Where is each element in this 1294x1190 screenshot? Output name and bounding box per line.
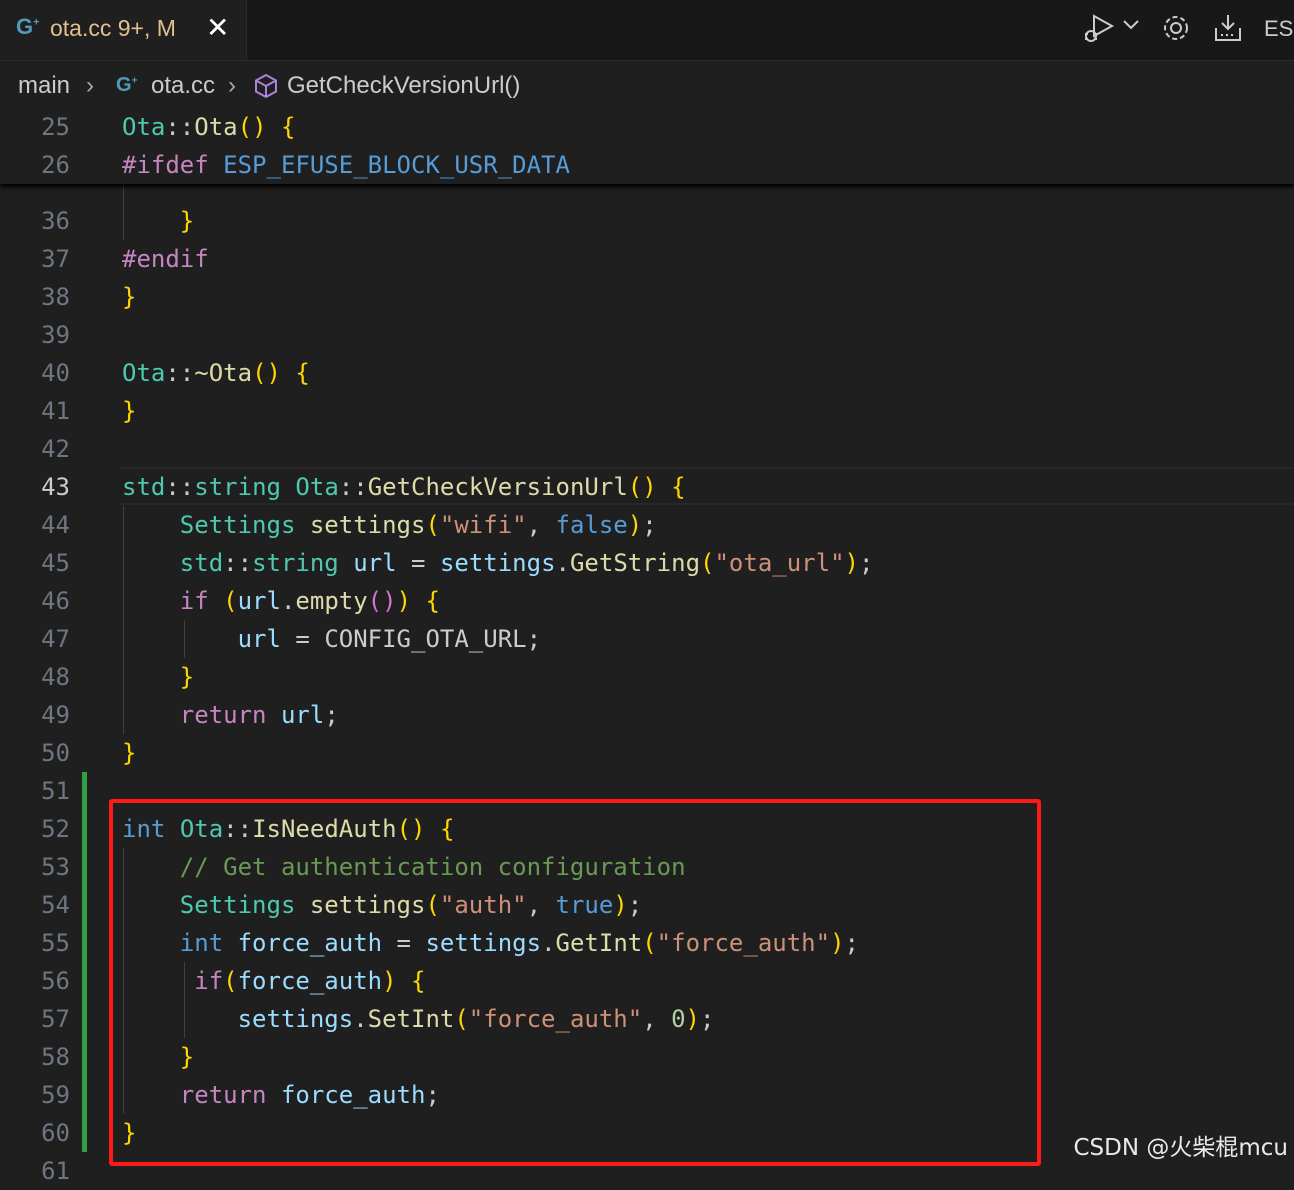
code-text: #ifdef ESP_EFUSE_BLOCK_USR_DATA [122, 151, 570, 179]
line-number: 44 [41, 511, 70, 539]
run-debug-icon[interactable] [1082, 12, 1118, 49]
line-number: 58 [41, 1043, 70, 1071]
code-line[interactable]: 44 Settings settings("wifi", false); [0, 506, 1294, 544]
toolbar-truncated-label[interactable]: ESP [1264, 16, 1294, 42]
line-number: 37 [41, 245, 70, 273]
line-number: 59 [41, 1081, 70, 1109]
line-number: 52 [41, 815, 70, 843]
code-text: } [179, 663, 195, 691]
line-number: 38 [41, 283, 70, 311]
code-text: } [122, 739, 137, 767]
code-line[interactable]: 40 Ota::~Ota() { [0, 354, 1294, 392]
cpp-file-icon: G+ [116, 74, 138, 96]
download-flash-icon[interactable] [1212, 12, 1244, 49]
code-text: if (url.empty()) { [179, 587, 440, 615]
chevron-right-icon: › [228, 72, 236, 99]
code-text: std::string url = settings.GetString("ot… [179, 549, 874, 577]
code-line[interactable]: 50} [0, 734, 1294, 772]
code-line[interactable]: 43 std::string Ota::GetCheckVersionUrl() … [0, 468, 1294, 506]
code-line[interactable]: 48 } [0, 658, 1294, 696]
chevron-down-icon[interactable] [1122, 18, 1140, 37]
code-text: return url; [179, 701, 339, 729]
code-line[interactable]: 49 return url; [0, 696, 1294, 734]
breadcrumb-symbol[interactable]: GetCheckVersionUrl() [287, 72, 520, 100]
line-number: 47 [41, 625, 70, 653]
line-number: 60 [41, 1119, 70, 1147]
sticky-scroll-header[interactable]: 25 Ota::Ota() {26 #ifdef ESP_EFUSE_BLOCK_U… [0, 108, 1294, 184]
line-number: 51 [41, 777, 70, 805]
line-number: 48 [41, 663, 70, 691]
code-text: } [179, 207, 195, 235]
line-number: 49 [41, 701, 70, 729]
code-line[interactable]: 45 std::string url = settings.GetString(… [0, 544, 1294, 582]
line-number: 46 [41, 587, 70, 615]
line-number: 55 [41, 929, 70, 957]
code-text: Ota::~Ota() { [122, 359, 310, 387]
line-number: 43 [41, 473, 70, 501]
sticky-line[interactable]: 26 #ifdef ESP_EFUSE_BLOCK_USR_DATA [0, 146, 1294, 184]
tab-ota-cc[interactable]: G+ ota.cc 9+, M ✕ [0, 0, 247, 60]
breadcrumb: main › G+ ota.cc › GetCheckVersionUrl() [0, 61, 1294, 109]
code-text: #endif [122, 245, 209, 273]
chevron-right-icon: › [86, 72, 94, 99]
code-text: Ota::Ota() { [122, 113, 296, 141]
code-line[interactable]: 39 [0, 316, 1294, 354]
code-line[interactable]: 42 [0, 430, 1294, 468]
watermark: CSDN @火柴棍mcu [1073, 1135, 1288, 1161]
line-number: 40 [41, 359, 70, 387]
line-number: 57 [41, 1005, 70, 1033]
method-icon [253, 73, 279, 106]
code-text: } [122, 283, 137, 311]
cpp-file-icon: G+ [16, 14, 40, 39]
line-number: 56 [41, 967, 70, 995]
line-number: 39 [41, 321, 70, 349]
gear-icon[interactable] [1160, 12, 1192, 49]
code-line[interactable]: 36 } [0, 202, 1294, 240]
code-text: Settings settings("wifi", false); [179, 511, 657, 539]
line-number: 26 [41, 151, 70, 179]
close-icon[interactable]: ✕ [206, 11, 229, 44]
code-text: } [122, 397, 137, 425]
code-text: url = CONFIG_OTA_URL; [237, 625, 542, 653]
code-line[interactable]: 46 if (url.empty()) { [0, 582, 1294, 620]
code-line[interactable]: 47 url = CONFIG_OTA_URL; [0, 620, 1294, 658]
line-number: 25 [41, 113, 70, 141]
line-number: 45 [41, 549, 70, 577]
tab-label: ota.cc 9+, M [50, 15, 176, 41]
line-number: 53 [41, 853, 70, 881]
sticky-line[interactable]: 25 Ota::Ota() { [0, 108, 1294, 146]
code-text: std::string Ota::GetCheckVersionUrl() { [122, 473, 686, 501]
line-number: 41 [41, 397, 70, 425]
highlight-box [109, 799, 1041, 1166]
code-line[interactable]: 41} [0, 392, 1294, 430]
breadcrumb-file[interactable]: ota.cc [151, 72, 215, 100]
code-line[interactable]: 37 #endif [0, 240, 1294, 278]
line-number: 54 [41, 891, 70, 919]
breadcrumb-folder[interactable]: main [18, 72, 70, 100]
line-number: 61 [41, 1157, 70, 1185]
line-number: 50 [41, 739, 70, 767]
tab-bar: G+ ota.cc 9+, M ✕ ESP [0, 0, 1294, 61]
line-number: 36 [41, 207, 70, 235]
line-number: 42 [41, 435, 70, 463]
code-line[interactable]: 38} [0, 278, 1294, 316]
